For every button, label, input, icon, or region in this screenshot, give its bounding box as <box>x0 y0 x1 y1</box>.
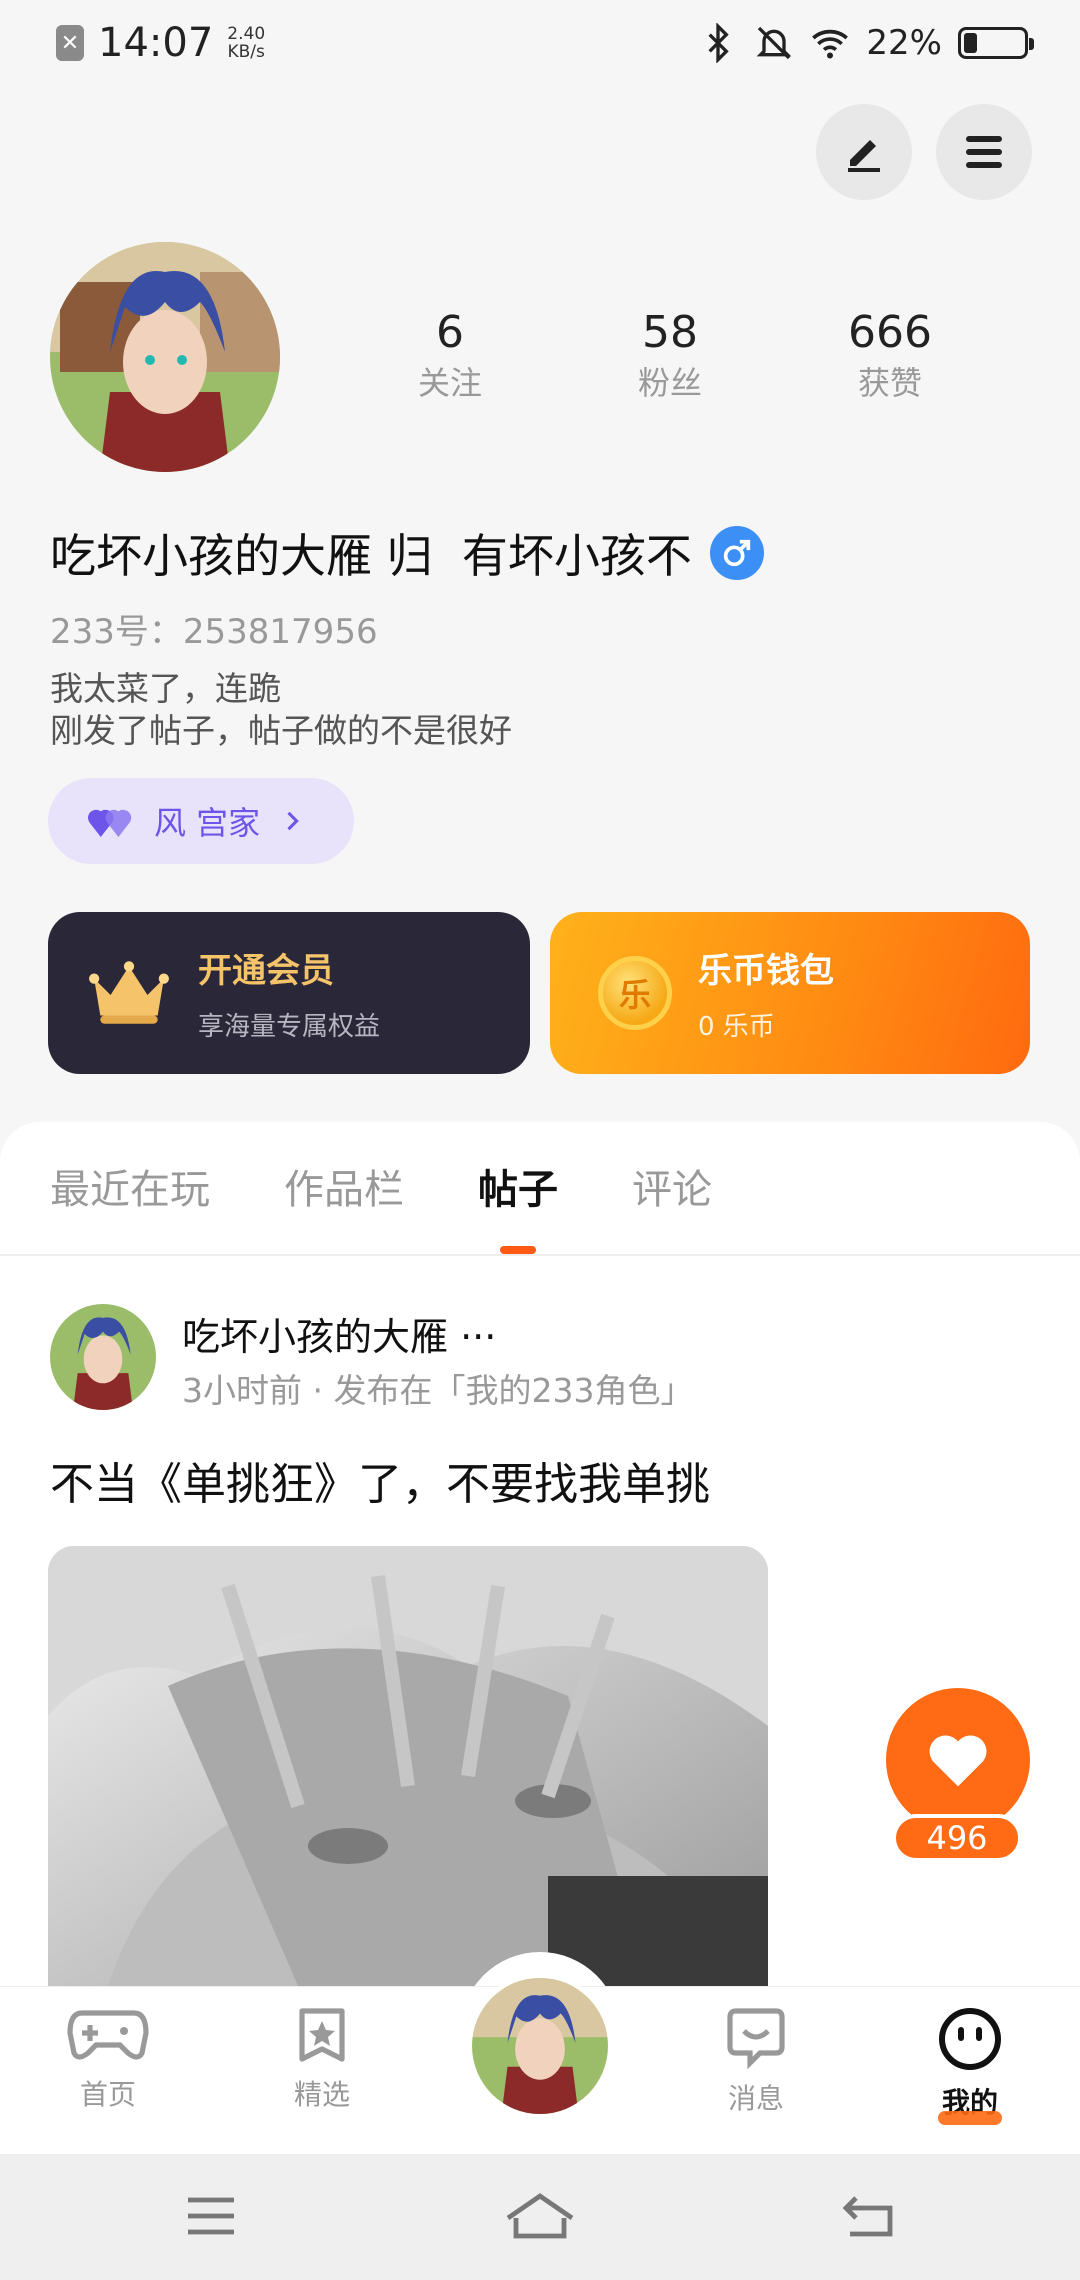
male-gender-icon <box>709 526 764 580</box>
system-nav-bar <box>0 2154 1080 2280</box>
tab-recent-played[interactable]: 最近在玩 <box>50 1122 210 1254</box>
bio-line-1: 我太菜了，连跪 <box>50 669 281 708</box>
status-right: 22% <box>698 23 1034 63</box>
vip-card[interactable]: 开通会员 享海量专属权益 <box>48 912 530 1074</box>
post-image[interactable] <box>48 1546 768 1986</box>
battery-icon <box>958 27 1034 59</box>
battery-fill <box>964 33 977 53</box>
stat-following[interactable]: 6 关注 <box>340 305 560 405</box>
like-button[interactable] <box>886 1688 1030 1832</box>
wallet-text: 乐币钱包 0 乐币 <box>698 943 834 1043</box>
chat-bubble-icon <box>727 2008 785 2070</box>
heart-icon <box>929 1735 987 1787</box>
status-bar: ✕ 14:07 2.40 KB/s 22% <box>0 0 1080 86</box>
user-id: 233号：253817956 <box>50 612 378 652</box>
network-speed-value: 2.40 <box>227 24 266 44</box>
nav-featured[interactable]: 精选 <box>262 2005 382 2113</box>
stat-fans-label: 粉丝 <box>637 364 702 402</box>
chevron-right-icon <box>287 811 299 831</box>
character-avatar-nav <box>472 1978 608 2114</box>
nav-messages[interactable]: 消息 <box>696 2005 816 2117</box>
wallet-balance: 0 乐币 <box>698 1012 775 1042</box>
wallet-card[interactable]: 乐 乐币钱包 0 乐币 <box>550 912 1030 1074</box>
wifi-icon <box>812 29 849 59</box>
coin-icon: 乐 <box>598 956 672 1030</box>
menu-button[interactable] <box>936 104 1032 200</box>
profile-stats: 6 关注 58 粉丝 666 获赞 <box>340 305 1000 405</box>
gamepad-icon <box>67 2010 149 2060</box>
edit-profile-button[interactable] <box>816 104 912 200</box>
bluetooth-icon <box>708 23 730 63</box>
post-author-avatar[interactable] <box>50 1304 156 1410</box>
stat-likes-value: 666 <box>848 307 932 358</box>
mute-bell-icon <box>757 26 792 60</box>
pen-icon <box>848 140 880 172</box>
nav-active-indicator <box>938 2111 1002 2125</box>
anime-portrait-image <box>48 1546 768 1986</box>
stat-following-label: 关注 <box>417 364 482 402</box>
star-bookmark-icon <box>299 2008 345 2062</box>
bio-line-2: 刚发了帖子，帖子做的不是很好 <box>50 711 512 750</box>
stat-fans[interactable]: 58 粉丝 <box>560 305 780 405</box>
stat-fans-value: 58 <box>642 307 698 358</box>
wallet-title: 乐币钱包 <box>698 951 834 991</box>
tab-comments[interactable]: 评论 <box>632 1122 712 1254</box>
nav-home[interactable]: 首页 <box>48 2005 168 2113</box>
post-meta: 3小时前 · 发布在「我的233角色」 <box>182 1371 694 1410</box>
vip-subtitle: 享海量专属权益 <box>198 1012 381 1042</box>
like-count: 496 <box>892 1814 1022 1862</box>
family-label: 风 宫家 <box>154 804 261 842</box>
vip-text: 开通会员 享海量专属权益 <box>198 943 380 1043</box>
home-icon[interactable] <box>504 2190 576 2242</box>
back-icon[interactable] <box>840 2192 896 2240</box>
network-speed-unit: KB/s <box>227 42 265 62</box>
stat-following-value: 6 <box>436 307 464 358</box>
nickname-row: 吃坏小孩的大雁 归 有坏小孩不 <box>50 520 764 586</box>
bio: 我太菜了，连跪 刚发了帖子，帖子做的不是很好 <box>50 668 512 752</box>
nav-featured-label: 精选 <box>293 2078 350 2111</box>
smiley-face-icon <box>939 2008 1001 2070</box>
network-speed: 2.40 KB/s <box>227 25 265 61</box>
profile-avatar[interactable] <box>50 242 280 472</box>
nav-messages-label: 消息 <box>727 2082 784 2115</box>
post-text[interactable]: 不当《单挑狂》了，不要找我单挑 <box>50 1448 710 1512</box>
crown-icon <box>89 961 169 1024</box>
nav-home-label: 首页 <box>79 2078 136 2111</box>
tab-works[interactable]: 作品栏 <box>284 1122 404 1254</box>
hamburger-icon <box>966 136 1002 168</box>
nav-me[interactable]: 我的 <box>910 2005 1030 2125</box>
nickname: 吃坏小孩的大雁 归 有坏小孩不 <box>50 529 692 583</box>
stat-likes-label: 获赞 <box>857 364 922 402</box>
nav-center-avatar-button[interactable] <box>468 1974 612 2118</box>
family-pill[interactable]: 风 宫家 <box>48 778 354 864</box>
notification-icon: ✕ <box>56 25 84 61</box>
tab-posts[interactable]: 帖子 <box>478 1122 558 1254</box>
post-author-name[interactable]: 吃坏小孩的大雁 ··· <box>182 1306 496 1361</box>
double-heart-icon <box>88 809 132 837</box>
character-avatar-image <box>50 242 280 472</box>
status-left: ✕ 14:07 2.40 KB/s <box>56 20 265 66</box>
recent-apps-icon[interactable] <box>184 2194 238 2238</box>
status-time: 14:07 <box>98 20 214 66</box>
battery-percent: 22% <box>866 23 942 63</box>
stat-likes[interactable]: 666 获赞 <box>780 305 1000 405</box>
character-avatar-small <box>50 1304 156 1410</box>
vip-title: 开通会员 <box>198 951 334 991</box>
profile-tabs: 最近在玩 作品栏 帖子 评论 <box>0 1122 1080 1256</box>
